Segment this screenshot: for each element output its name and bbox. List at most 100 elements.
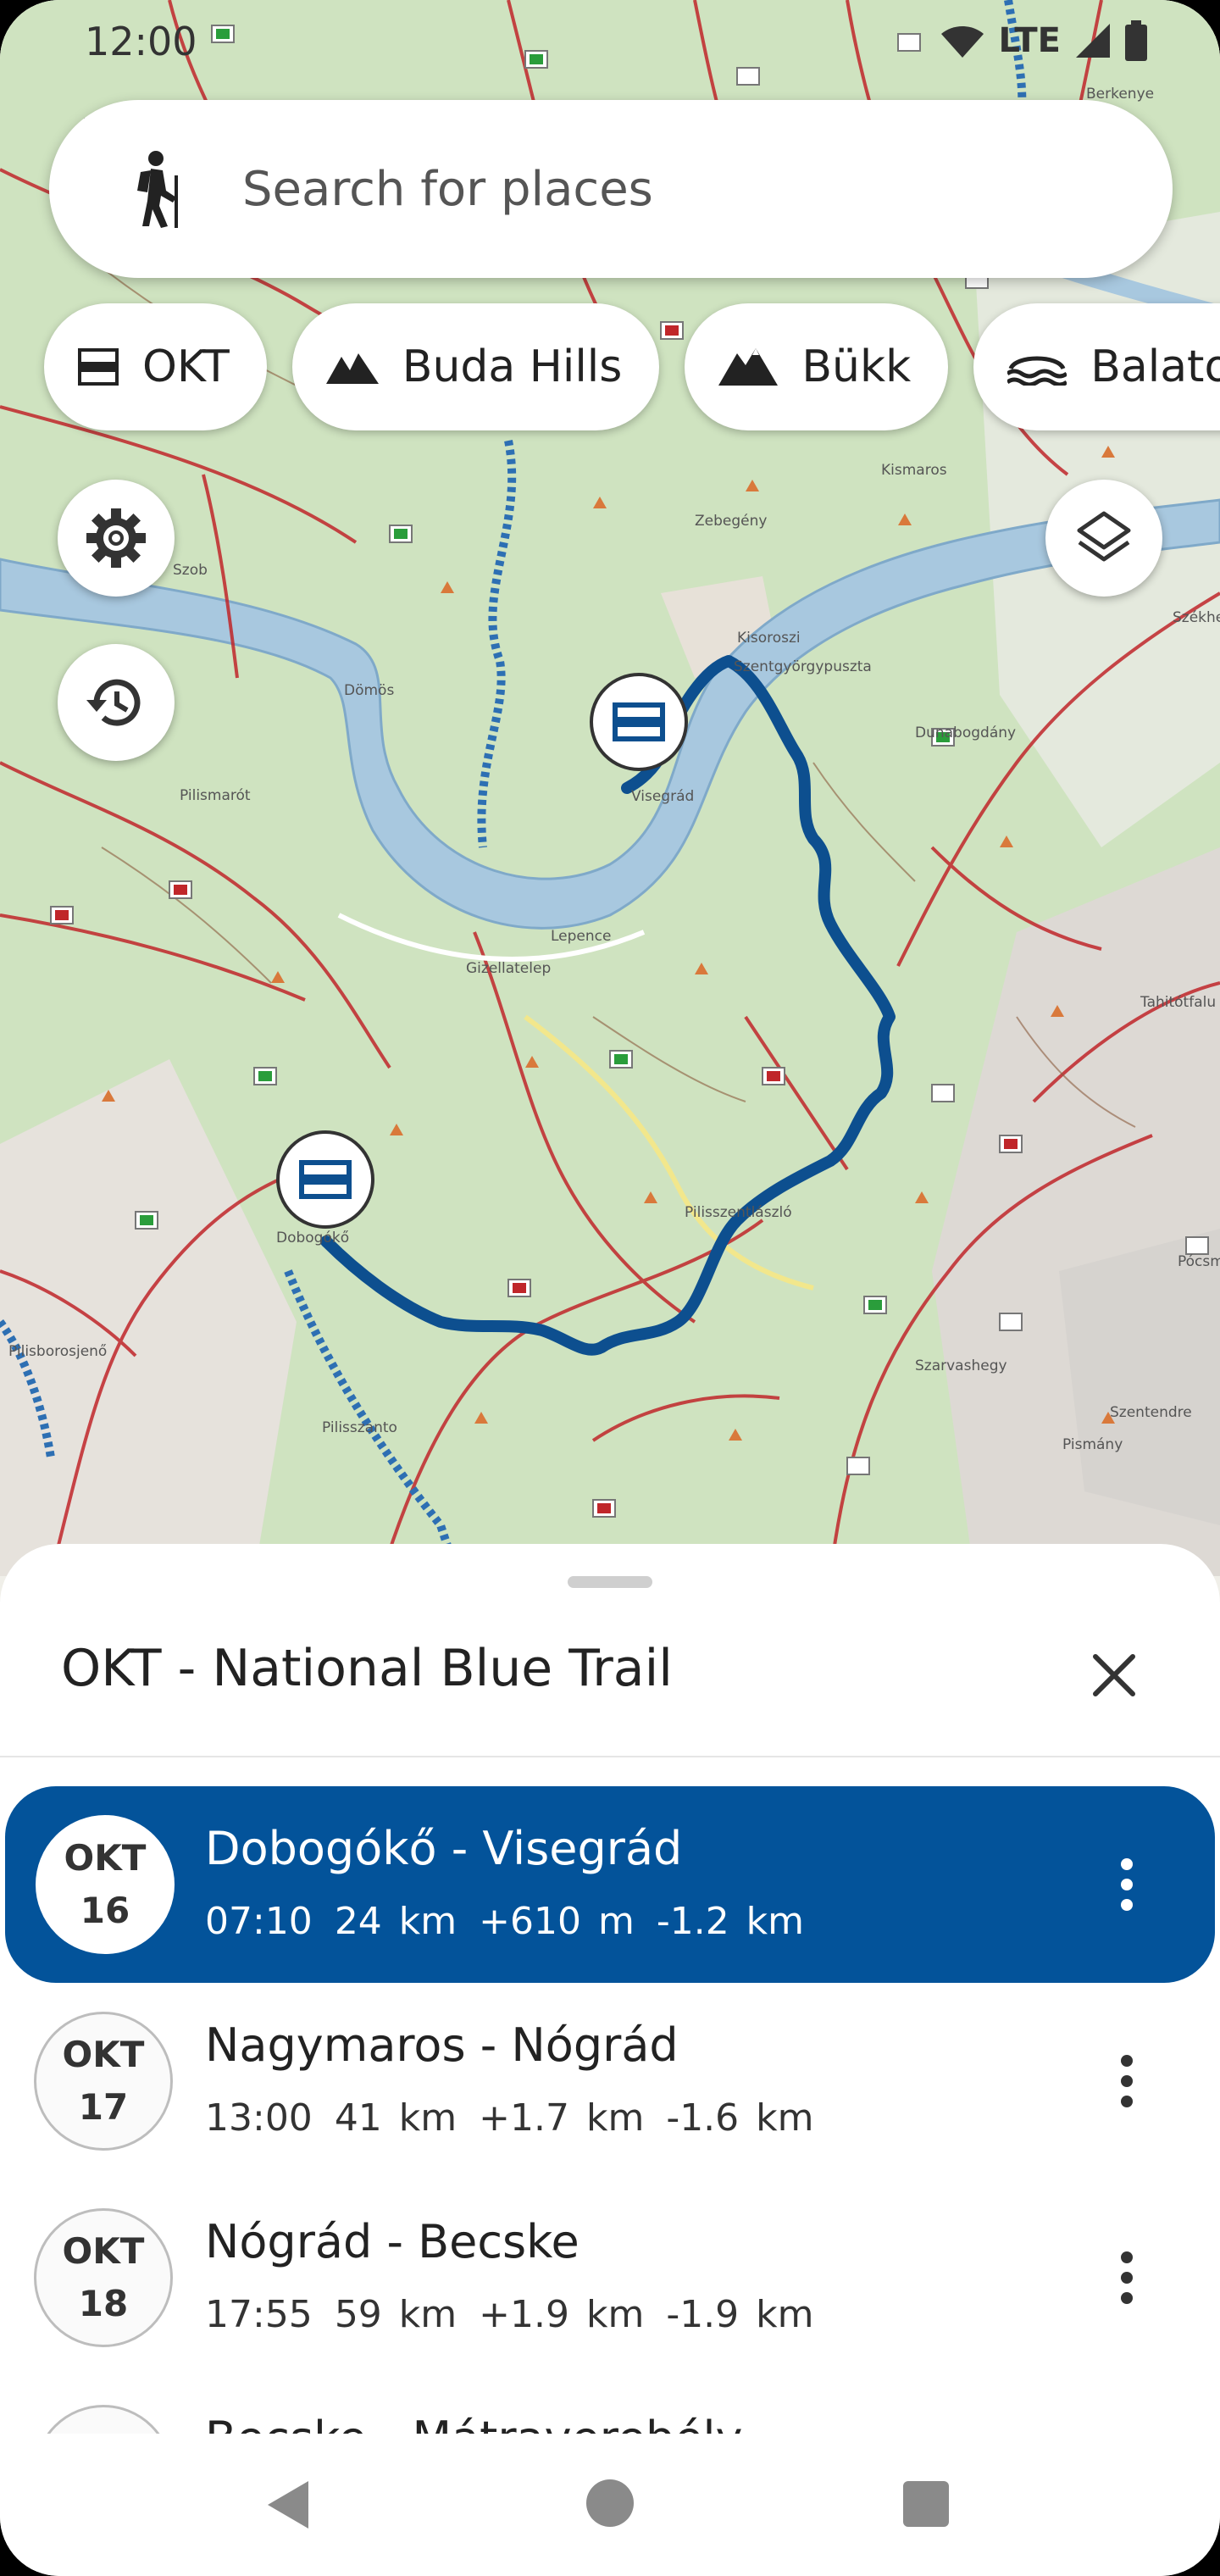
stage-badge-code: OKT	[64, 1837, 147, 1879]
back-icon[interactable]	[264, 2479, 312, 2530]
map-label-pilismarot: Pilismarót	[180, 787, 251, 804]
stage-time: 07:10	[205, 1900, 313, 1943]
sheet-title: OKT - National Blue Trail	[61, 1639, 673, 1698]
more-options-icon[interactable]	[1093, 1842, 1161, 1927]
stage-descent: -1.9 km	[666, 2293, 814, 2336]
mountain-icon	[325, 350, 379, 384]
search-bar[interactable]: Search for places	[49, 100, 1173, 278]
stage-badge: OKT 18	[34, 2208, 173, 2347]
status-time: 12:00	[85, 19, 197, 64]
stage-descent: -1.2 km	[656, 1900, 805, 1943]
map-label-szentendre: Szentendre	[1110, 1404, 1192, 1421]
list-item-partial[interactable]: Becske - Mátraverebély	[0, 2376, 1220, 2434]
stage-badge	[34, 2405, 173, 2434]
map-label-dobogoko: Dobogókő	[276, 1230, 349, 1246]
chip-buda-hills-label: Buda Hills	[402, 341, 623, 392]
stage-badge-code: OKT	[62, 2230, 145, 2272]
stage-title: Nagymaros - Nógrád	[205, 2018, 679, 2072]
layers-icon	[1077, 511, 1131, 562]
map-label-pismany: Pismány	[1062, 1436, 1123, 1453]
stage-title: Becske - Mátraverebély	[205, 2412, 743, 2434]
wifi-icon	[940, 26, 984, 58]
stage-time: 13:00	[205, 2096, 313, 2140]
mountain-icon	[718, 348, 779, 386]
stage-descent: -1.6 km	[666, 2096, 814, 2140]
stage-badge: OKT 16	[36, 1815, 175, 1954]
stage-badge-number: 16	[80, 1890, 130, 1931]
map-label-pilisborosjeno: Pilisborosjenő	[8, 1343, 107, 1360]
settings-button[interactable]	[58, 480, 175, 597]
hiker-icon	[117, 147, 193, 231]
sheet-divider	[0, 1756, 1220, 1757]
route-end-marker[interactable]	[590, 673, 688, 771]
map-label-visegrad: Visegrád	[631, 788, 694, 805]
okt-trail-icon	[78, 348, 119, 386]
search-input[interactable]: Search for places	[242, 162, 653, 217]
map-label-zebegeny: Zebegény	[695, 513, 767, 530]
map-label-szentgyorgypuszta: Szentgyörgypuszta	[734, 658, 872, 675]
chip-bukk-label: Bükk	[801, 341, 912, 392]
screen: Visegrád Kisoroszi Lepence Gizellatelep …	[0, 0, 1220, 2576]
stage-badge: OKT 17	[34, 2012, 173, 2151]
stage-badge-code: OKT	[62, 2034, 145, 2075]
stage-badge-number: 17	[78, 2086, 129, 2128]
map-label-pilisszentlaszlo: Pilisszentlászló	[685, 1204, 792, 1221]
layers-button[interactable]	[1045, 480, 1162, 597]
chip-balaton-label: Balaton	[1090, 341, 1220, 392]
map-label-lepence: Lepence	[551, 928, 611, 945]
list-item[interactable]: OKT 18 Nógrád - Becske 17:55 59 km +1.9 km…	[0, 2179, 1220, 2376]
map-label-kisoroszi: Kisoroszi	[737, 630, 801, 647]
home-button[interactable]	[586, 2479, 634, 2527]
stage-distance: 24 km	[334, 1900, 458, 1943]
status-bar: 12:00 LTE	[0, 0, 1220, 85]
lake-icon	[1007, 348, 1068, 386]
map-label-szob: Szob	[173, 562, 208, 579]
map-label-domos: Dömös	[344, 682, 394, 699]
status-icons: LTE	[940, 20, 1147, 61]
stage-meta: 13:00 41 km +1.7 km -1.6 km	[205, 2096, 836, 2140]
close-button[interactable]	[1076, 1637, 1152, 1713]
history-icon	[86, 679, 141, 726]
system-navigation-bar	[0, 2434, 1220, 2576]
route-bottom-sheet[interactable]: OKT - National Blue Trail OKT 16 Dobogók…	[0, 1544, 1220, 2434]
stage-badge-number: 18	[78, 2283, 129, 2324]
region-chips: OKT Buda Hills Bükk Balaton	[44, 303, 1220, 430]
history-button[interactable]	[58, 644, 175, 761]
map-label-berkenye: Berkenye	[1086, 86, 1154, 103]
map-label-pocsmegyer: Pócsmegyer	[1178, 1253, 1220, 1270]
chip-balaton[interactable]: Balaton	[973, 303, 1220, 430]
list-item[interactable]: OKT 16 Dobogókő - Visegrád 07:10 24 km +61…	[5, 1786, 1215, 1983]
map-label-dunabogdany: Dunabogdány	[915, 724, 1016, 741]
route-start-marker[interactable]	[276, 1130, 374, 1229]
list-item[interactable]: OKT 17 Nagymaros - Nógrád 13:00 41 km +1.7…	[0, 1983, 1220, 2179]
more-options-icon[interactable]	[1093, 2039, 1161, 2124]
stage-list[interactable]: OKT 16 Dobogókő - Visegrád 07:10 24 km +61…	[0, 1786, 1220, 2434]
map-label-pilisszanto: Pilisszanto	[322, 1419, 397, 1436]
map-label-tahitotfalu: Tahitótfalu	[1140, 994, 1216, 1011]
recents-button[interactable]	[903, 2481, 949, 2527]
map-label-szekhegy: Székhegy	[1173, 609, 1220, 626]
network-type: LTE	[998, 21, 1061, 60]
cell-signal-icon	[1076, 24, 1110, 58]
chip-okt[interactable]: OKT	[44, 303, 267, 430]
stage-meta: 17:55 59 km +1.9 km -1.9 km	[205, 2293, 836, 2336]
chip-bukk[interactable]: Bükk	[685, 303, 949, 430]
battery-icon	[1125, 20, 1147, 61]
chip-buda-hills[interactable]: Buda Hills	[291, 303, 660, 430]
stage-ascent: +1.7 km	[479, 2096, 645, 2140]
stage-title: Nógrád - Becske	[205, 2215, 580, 2268]
map-label-szarvashegy: Szarvashegy	[915, 1357, 1007, 1374]
stage-meta: 07:10 24 km +610 m -1.2 km	[205, 1900, 826, 1943]
more-options-icon[interactable]	[1093, 2235, 1161, 2320]
stage-distance: 41 km	[334, 2096, 458, 2140]
stage-ascent: +1.9 km	[479, 2293, 645, 2336]
stage-distance: 59 km	[334, 2293, 458, 2336]
map-label-kismaros: Kismaros	[881, 462, 947, 479]
map-label-gizellatelep: Gizellatelep	[466, 960, 551, 977]
stage-title: Dobogókő - Visegrád	[205, 1822, 683, 1875]
stage-time: 17:55	[205, 2293, 313, 2336]
close-icon	[1093, 1654, 1135, 1696]
stage-ascent: +610 m	[479, 1900, 635, 1943]
chip-okt-label: OKT	[142, 341, 230, 392]
sheet-drag-handle[interactable]	[568, 1576, 652, 1588]
